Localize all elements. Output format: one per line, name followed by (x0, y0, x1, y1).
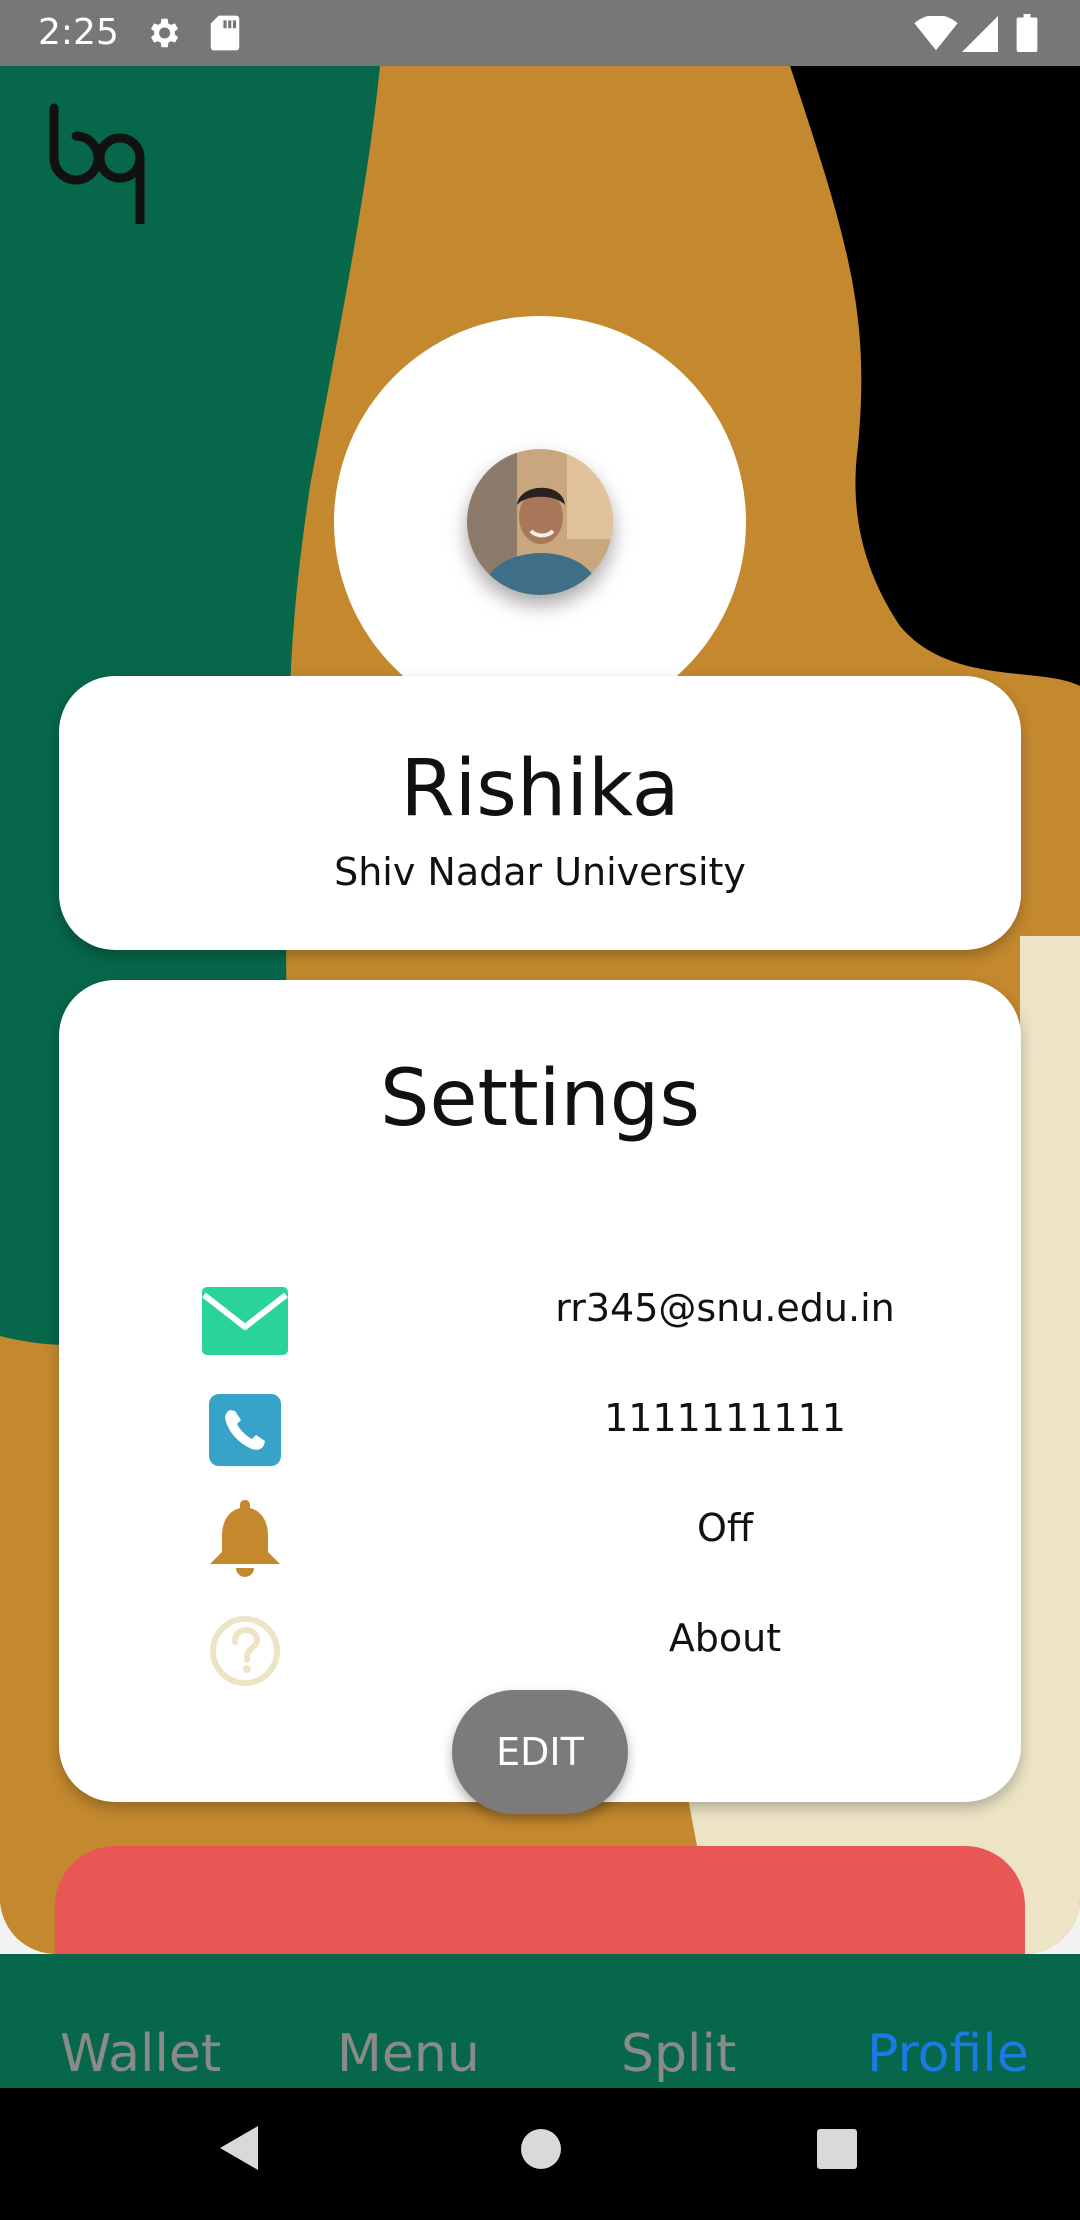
settings-title: Settings (380, 1054, 700, 1144)
profile-name: Rishika (400, 744, 680, 834)
home-icon[interactable] (520, 2128, 562, 2175)
nav-wallet[interactable]: Wallet (60, 2024, 221, 2084)
edit-button[interactable]: EDIT (452, 1690, 628, 1814)
profile-university: Shiv Nadar University (334, 850, 746, 894)
wifi-icon (914, 14, 958, 57)
battery-icon (1016, 14, 1038, 57)
settings-icon (144, 14, 182, 57)
avatar-frame (334, 316, 746, 728)
sd-card-icon (208, 14, 242, 57)
mail-icon[interactable] (202, 1280, 288, 1366)
phone-icon[interactable] (202, 1388, 288, 1474)
status-bar: 2:25 (0, 0, 1080, 66)
signal-icon (962, 16, 998, 57)
avatar[interactable] (467, 449, 613, 595)
help-icon[interactable] (202, 1608, 288, 1694)
app-logo (44, 102, 148, 231)
logout-button[interactable] (55, 1846, 1025, 1966)
phone-value[interactable]: 1111111111 (520, 1396, 930, 1440)
back-icon[interactable] (218, 2124, 260, 2177)
about-value[interactable]: About (520, 1616, 930, 1660)
status-time: 2:25 (38, 12, 119, 53)
bottom-nav: Wallet Menu Split Profile (0, 1954, 1080, 2088)
nav-profile[interactable]: Profile (867, 2024, 1029, 2084)
bell-icon[interactable] (202, 1496, 288, 1582)
recents-icon[interactable] (816, 2128, 858, 2175)
notifications-value[interactable]: Off (520, 1506, 930, 1550)
email-value[interactable]: rr345@snu.edu.in (520, 1286, 930, 1330)
nav-menu[interactable]: Menu (337, 2024, 480, 2084)
system-nav-bar (0, 2088, 1080, 2220)
nav-split[interactable]: Split (621, 2024, 736, 2084)
